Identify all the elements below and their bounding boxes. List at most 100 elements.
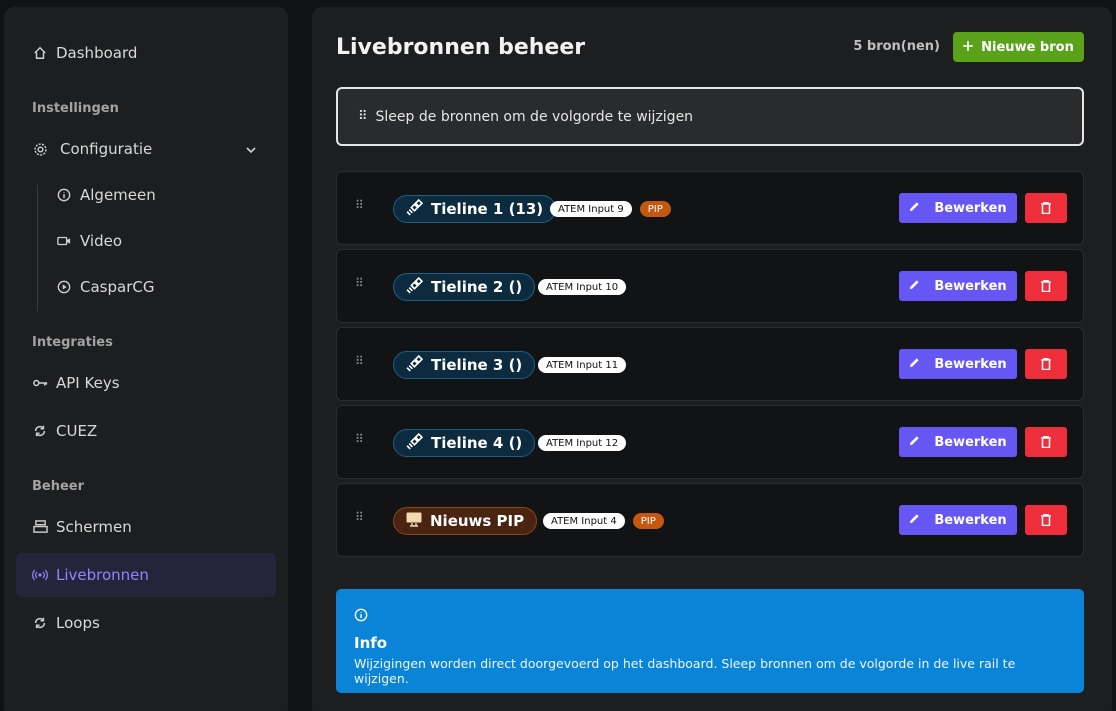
source-name-pill: Nieuws PIP	[393, 507, 538, 535]
play-circle-icon	[56, 280, 72, 294]
trash-icon	[1041, 511, 1051, 530]
source-name-pill: Tieline 3 ()	[393, 351, 536, 379]
screens-icon	[32, 519, 48, 535]
source-count: 5 bron(nen)	[853, 39, 940, 54]
source-name-pill: Tieline 1 (13)	[393, 195, 557, 223]
source-name: Nieuws PIP	[430, 512, 525, 530]
section-label-management: Beheer	[32, 479, 85, 494]
edit-button[interactable]: Bewerken	[899, 505, 1017, 535]
key-icon	[32, 375, 48, 391]
source-badges: ATEM Input 4 PIP	[543, 513, 664, 529]
sidebar-subitem-video[interactable]: Video	[56, 226, 122, 256]
drag-handle-icon: ⠿	[358, 109, 368, 124]
source-row[interactable]: ⠿ Tieline 4 () ATEM Input 12 Bewerken	[336, 405, 1084, 479]
source-row[interactable]: ⠿ Tieline 2 () ATEM Input 10 Bewerken	[336, 249, 1084, 323]
info-circle-icon	[354, 607, 368, 626]
source-row[interactable]: ⠿ Tieline 1 (13) ATEM Input 9 PIP Bewerk…	[336, 171, 1084, 245]
drag-handle-icon[interactable]: ⠿	[355, 354, 364, 368]
monitor-icon	[406, 512, 422, 531]
atem-input-badge: ATEM Input 9	[550, 201, 632, 217]
sidebar-item-schermen[interactable]: Schermen	[16, 505, 276, 549]
source-badges: ATEM Input 11	[538, 357, 627, 373]
sidebar-item-label: Dashboard	[56, 44, 138, 62]
satellite-icon	[406, 198, 424, 220]
sidebar-item-api-keys[interactable]: API Keys	[16, 361, 276, 405]
sync-icon	[32, 423, 48, 439]
broadcast-icon	[32, 567, 48, 583]
edit-button-label: Bewerken	[934, 278, 1007, 294]
delete-button[interactable]	[1025, 349, 1067, 379]
info-alert: Info Wijzigingen worden direct doorgevoe…	[336, 589, 1084, 693]
satellite-icon	[406, 354, 424, 376]
trash-icon	[1041, 355, 1051, 374]
delete-button[interactable]	[1025, 193, 1067, 223]
source-name-pill: Tieline 4 ()	[393, 429, 536, 457]
video-camera-icon	[56, 235, 72, 247]
source-name: Tieline 2 ()	[431, 278, 523, 296]
home-icon	[32, 45, 48, 61]
pip-badge: PIP	[639, 201, 671, 217]
source-row[interactable]: ⠿ Tieline 3 () ATEM Input 11 Bewerken	[336, 327, 1084, 401]
sidebar-item-label: Configuratie	[60, 140, 153, 158]
atem-input-badge: ATEM Input 4	[543, 513, 625, 529]
edit-button-label: Bewerken	[934, 512, 1007, 528]
section-label-integrations: Integraties	[32, 335, 113, 350]
pencil-icon	[909, 201, 920, 216]
plus-icon	[963, 40, 974, 55]
delete-button[interactable]	[1025, 271, 1067, 301]
info-text: Wijzigingen worden direct doorgevoerd op…	[354, 656, 1016, 686]
source-badges: ATEM Input 10	[538, 279, 627, 295]
sidebar-subitem-label: Video	[80, 232, 123, 250]
loop-icon	[32, 615, 48, 631]
sidebar-item-label: Loops	[56, 614, 100, 632]
sidebar-item-configuratie[interactable]: Configuratie	[16, 127, 276, 171]
new-source-button-label: Nieuwe bron	[981, 39, 1074, 55]
atem-input-badge: ATEM Input 12	[538, 435, 627, 451]
pencil-icon	[909, 357, 920, 372]
sidebar-subitem-algemeen[interactable]: Algemeen	[56, 180, 156, 210]
sidebar: Dashboard Instellingen Configuratie Alge…	[4, 7, 288, 711]
drag-handle-icon[interactable]: ⠿	[355, 198, 364, 212]
pip-badge: PIP	[632, 513, 664, 529]
trash-icon	[1041, 277, 1051, 296]
sidebar-item-label: API Keys	[56, 374, 120, 392]
pencil-icon	[909, 279, 920, 294]
atem-input-badge: ATEM Input 11	[538, 357, 627, 373]
gear-icon	[32, 141, 48, 157]
trash-icon	[1041, 199, 1051, 218]
edit-button-label: Bewerken	[934, 356, 1007, 372]
satellite-icon	[406, 432, 424, 454]
drag-hint-box: ⠿ Sleep de bronnen om de volgorde te wij…	[336, 87, 1084, 146]
edit-button-label: Bewerken	[934, 434, 1007, 450]
chevron-down-icon[interactable]	[246, 141, 256, 159]
sidebar-item-dashboard[interactable]: Dashboard	[16, 31, 276, 75]
trash-icon	[1041, 433, 1051, 452]
delete-button[interactable]	[1025, 505, 1067, 535]
drag-handle-icon[interactable]: ⠿	[355, 510, 364, 524]
source-name: Tieline 4 ()	[431, 434, 523, 452]
edit-button[interactable]: Bewerken	[899, 349, 1017, 379]
drag-hint-text: Sleep de bronnen om de volgorde te wijzi…	[375, 108, 694, 125]
drag-handle-icon[interactable]: ⠿	[355, 432, 364, 446]
sidebar-item-livebronnen[interactable]: Livebronnen	[16, 553, 276, 597]
new-source-button[interactable]: Nieuwe bron	[953, 32, 1084, 62]
edit-button[interactable]: Bewerken	[899, 271, 1017, 301]
edit-button[interactable]: Bewerken	[899, 193, 1017, 223]
source-name: Tieline 3 ()	[431, 356, 523, 374]
delete-button[interactable]	[1025, 427, 1067, 457]
sidebar-item-cuez[interactable]: CUEZ	[16, 409, 276, 453]
sidebar-item-label: Schermen	[56, 518, 132, 536]
source-name-pill: Tieline 2 ()	[393, 273, 536, 301]
source-row[interactable]: ⠿ Nieuws PIP ATEM Input 4 PIP Bewerken	[336, 483, 1084, 557]
section-label-settings: Instellingen	[32, 101, 119, 116]
atem-input-badge: ATEM Input 10	[538, 279, 627, 295]
submenu-divider	[37, 185, 38, 311]
satellite-icon	[406, 276, 424, 298]
edit-button[interactable]: Bewerken	[899, 427, 1017, 457]
drag-handle-icon[interactable]: ⠿	[355, 276, 364, 290]
sidebar-subitem-casparcg[interactable]: CasparCG	[56, 272, 154, 302]
sidebar-item-loops[interactable]: Loops	[16, 601, 276, 645]
info-circle-icon	[56, 188, 72, 202]
source-badges: ATEM Input 12	[538, 435, 627, 451]
sidebar-item-label: Livebronnen	[56, 566, 149, 584]
